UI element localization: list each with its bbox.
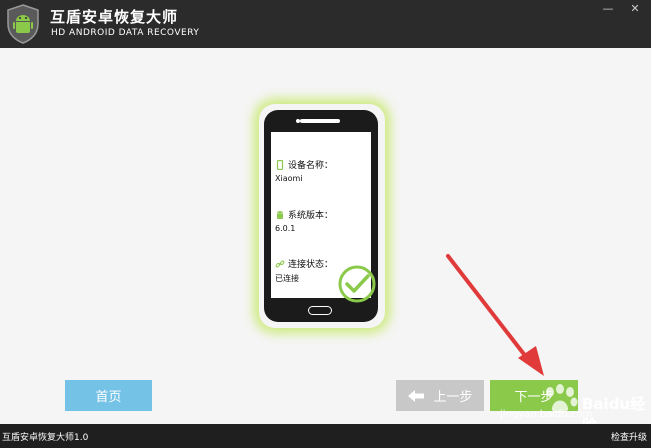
previous-step-label: 上一步 bbox=[433, 390, 473, 405]
check-circle-icon bbox=[338, 265, 376, 303]
system-version-row: 系统版本： bbox=[275, 208, 333, 221]
arrow-left-icon bbox=[408, 389, 425, 402]
device-name-row: 设备名称： bbox=[275, 158, 333, 171]
phone-screen: 设备名称： Xiaomi 系统版本： 6.0.1 连接状态： 已连接 bbox=[271, 132, 376, 303]
close-button[interactable]: ✕ bbox=[624, 0, 646, 16]
app-subtitle: HD ANDROID DATA RECOVERY bbox=[51, 28, 200, 38]
device-name-value: Xiaomi bbox=[275, 174, 303, 183]
check-update-link[interactable]: 检查升级 bbox=[611, 430, 647, 443]
status-bar: 互盾安卓恢复大师1.0 检查升级 bbox=[0, 424, 651, 448]
system-version-value: 6.0.1 bbox=[275, 224, 296, 233]
device-name-label: 设备名称： bbox=[288, 161, 334, 171]
connection-status-label: 连接状态： bbox=[288, 260, 334, 270]
device-phone-illustration: 设备名称： Xiaomi 系统版本： 6.0.1 连接状态： 已连接 bbox=[259, 104, 385, 328]
app-title: 互盾安卓恢复大师 bbox=[50, 8, 179, 26]
phone-body: 设备名称： Xiaomi 系统版本： 6.0.1 连接状态： 已连接 bbox=[264, 110, 378, 322]
phone-icon bbox=[276, 159, 284, 170]
android-icon bbox=[277, 210, 283, 219]
shield-android-logo-icon bbox=[7, 4, 39, 44]
home-button[interactable]: 首页 bbox=[65, 380, 152, 411]
watermark-url: jingyan.baidu.com bbox=[500, 409, 593, 420]
red-arrow-annotation bbox=[446, 254, 544, 376]
previous-step-button[interactable]: 上一步 bbox=[396, 380, 484, 411]
title-bar: 互盾安卓恢复大师 HD ANDROID DATA RECOVERY — ✕ bbox=[0, 0, 651, 48]
link-icon bbox=[275, 260, 285, 267]
minimize-button[interactable]: — bbox=[597, 0, 619, 16]
connection-status-value: 已连接 bbox=[275, 274, 299, 283]
phone-home-button bbox=[308, 306, 332, 315]
connection-status-row: 连接状态： bbox=[275, 257, 333, 270]
system-version-label: 系统版本： bbox=[288, 211, 334, 221]
phone-speaker bbox=[300, 119, 340, 123]
app-version-text: 互盾安卓恢复大师1.0 bbox=[2, 433, 89, 443]
